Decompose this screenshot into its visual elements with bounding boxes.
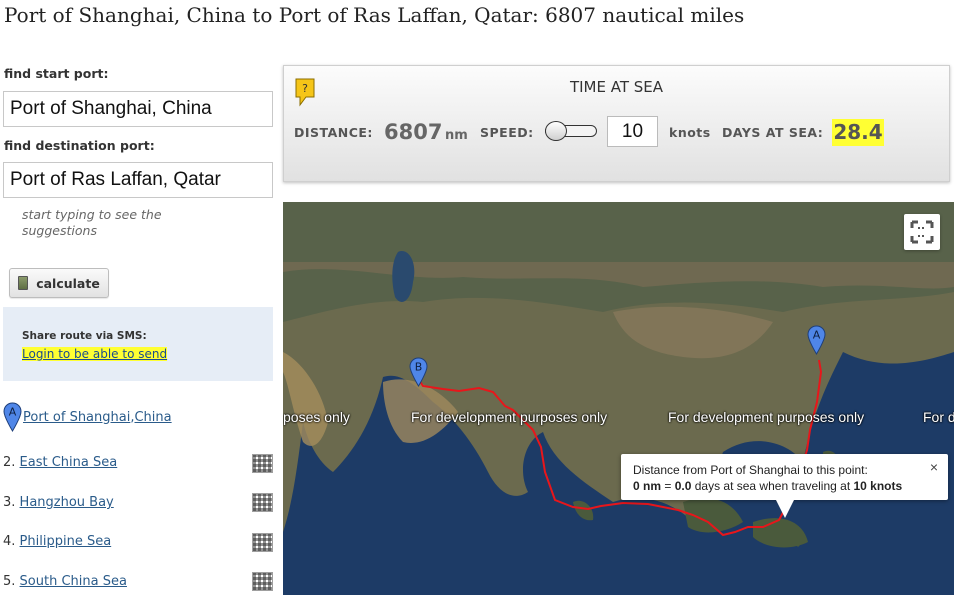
- svg-text:B: B: [415, 361, 423, 374]
- login-to-send-link[interactable]: Login to be able to send: [22, 347, 168, 361]
- route-item: 4. Philippine Sea: [3, 534, 111, 549]
- info-window-pointer: [776, 500, 794, 518]
- map-watermark: For d: [923, 409, 954, 425]
- start-port-input[interactable]: Port of Shanghai, China: [3, 91, 273, 127]
- map-watermark: For development purposes only: [411, 409, 608, 425]
- destination-port-label: find destination port:: [4, 138, 155, 153]
- start-port-link[interactable]: Port of Shanghai: [23, 410, 130, 425]
- info-equals: =: [661, 479, 675, 493]
- route-item-link[interactable]: Philippine Sea: [20, 534, 112, 549]
- time-at-sea-panel: ? TIME AT SEA DISTANCE: 6807 nm SPEED: 1…: [283, 65, 950, 182]
- route-item: 2. East China Sea: [3, 455, 117, 470]
- marker-a-icon: A: [3, 402, 22, 432]
- speed-slider-handle[interactable]: [545, 121, 567, 141]
- sms-share-title: Share route via SMS:: [22, 330, 147, 342]
- close-icon[interactable]: ×: [930, 459, 938, 475]
- marker-b-icon[interactable]: B: [409, 357, 428, 387]
- suggestion-hint: start typing to see the suggestions: [22, 207, 162, 238]
- days-at-sea-value: 28.4: [832, 119, 884, 146]
- info-days: 0.0: [674, 479, 692, 493]
- qr-code-icon[interactable]: [252, 572, 273, 591]
- info-nm: 0 nm: [633, 479, 662, 493]
- days-at-sea-label: DAYS AT SEA:: [722, 125, 824, 140]
- time-at-sea-title: TIME AT SEA: [569, 78, 664, 96]
- route-item-link[interactable]: East China Sea: [20, 455, 118, 470]
- distance-unit: nm: [445, 128, 468, 143]
- distance-info-window: Distance from Port of Shanghai to this p…: [621, 454, 948, 518]
- fullscreen-button[interactable]: [904, 214, 940, 250]
- speed-unit: knots: [669, 125, 711, 140]
- start-port-label: find start port:: [4, 66, 109, 81]
- distance-value: 6807: [384, 120, 443, 144]
- qr-code-icon[interactable]: [252, 454, 273, 473]
- destination-port-input[interactable]: Port of Ras Laffan, Qatar: [3, 162, 273, 198]
- info-speed: 10 knots: [853, 479, 903, 493]
- svg-text:A: A: [813, 329, 821, 342]
- sms-share-box: Share route via SMS: Login to be able to…: [3, 307, 273, 381]
- calculator-icon: [18, 276, 29, 290]
- marker-a-icon[interactable]: A: [807, 325, 826, 355]
- qr-code-icon[interactable]: [252, 533, 273, 552]
- route-item: 5. South China Sea: [3, 574, 127, 589]
- start-country-link[interactable]: China: [134, 410, 171, 425]
- svg-text:A: A: [9, 406, 17, 419]
- route-map[interactable]: poses only For development purposes only…: [283, 202, 954, 595]
- fullscreen-icon: [910, 220, 934, 244]
- distance-label: DISTANCE:: [294, 125, 373, 140]
- info-line-1: Distance from Port of Shanghai to this p…: [633, 463, 868, 477]
- satellite-map-background: [283, 202, 954, 595]
- route-item: 3. Hangzhou Bay: [3, 495, 114, 510]
- map-watermark: poses only: [283, 409, 350, 425]
- info-mid-text: days at sea when traveling at: [691, 479, 854, 493]
- calculate-button[interactable]: calculate: [9, 268, 109, 298]
- route-item-link[interactable]: South China Sea: [20, 574, 127, 589]
- route-item-number: 2.: [3, 455, 16, 470]
- route-item-number: 3.: [3, 495, 16, 510]
- map-watermark: For development purposes only: [668, 409, 865, 425]
- info-line-2: 0 nm = 0.0 days at sea when traveling at…: [633, 478, 936, 494]
- route-item-number: 5.: [3, 574, 16, 589]
- page-title: Port of Shanghai, China to Port of Ras L…: [4, 3, 745, 27]
- speed-slider[interactable]: [545, 121, 597, 141]
- speed-input[interactable]: 10: [607, 116, 658, 147]
- qr-code-icon[interactable]: [252, 493, 273, 512]
- calculate-label: calculate: [36, 275, 100, 291]
- speed-label: SPEED:: [480, 125, 534, 140]
- route-start-item: A Port of Shanghai, China: [3, 402, 172, 432]
- route-item-link[interactable]: Hangzhou Bay: [20, 495, 114, 510]
- route-item-number: 4.: [3, 534, 16, 549]
